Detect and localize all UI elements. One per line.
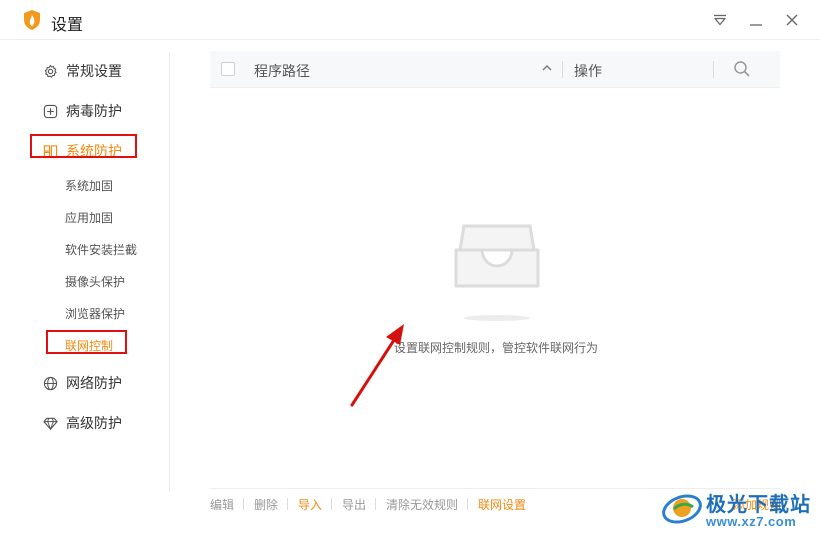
sub-item-app-hardening[interactable]: 应用加固 <box>65 209 113 227</box>
close-button[interactable] <box>782 10 802 30</box>
select-all-checkbox[interactable] <box>221 62 235 76</box>
chevron-up-icon[interactable] <box>540 61 554 75</box>
sidebar-item-label: 系统防护 <box>66 143 122 159</box>
sidebar-item-virus[interactable]: 病毒防护 <box>42 100 122 122</box>
plus-square-icon <box>42 103 58 119</box>
sub-item-network-control[interactable]: 联网控制 <box>65 337 113 355</box>
column-divider <box>562 61 563 78</box>
clear-invalid-rules-button[interactable]: 清除无效规则 <box>386 496 458 513</box>
network-settings-button[interactable]: 联网设置 <box>478 496 526 513</box>
column-header-path: 程序路径 <box>254 63 310 79</box>
diamond-icon <box>42 415 58 431</box>
sidebar-divider <box>169 52 170 492</box>
empty-state-text: 设置联网控制规则，管控软件联网行为 <box>394 341 599 355</box>
window-title: 设置 <box>51 17 84 34</box>
sub-item-camera[interactable]: 摄像头保护 <box>65 273 125 291</box>
sub-item-install-block[interactable]: 软件安装拦截 <box>65 241 137 259</box>
sub-item-system-hardening[interactable]: 系统加固 <box>65 177 113 195</box>
minimize-button[interactable] <box>746 10 766 30</box>
empty-tray-icon <box>454 224 540 321</box>
watermark-logo-icon <box>662 494 702 524</box>
sidebar-item-network[interactable]: 网络防护 <box>42 372 122 394</box>
export-button[interactable]: 导出 <box>342 496 366 513</box>
sidebar-item-label: 网络防护 <box>66 375 122 391</box>
footer-separator <box>243 498 244 510</box>
sidebar-item-system[interactable]: 系统防护 <box>42 140 122 162</box>
minimize-icon <box>750 24 762 26</box>
shield-flame-icon <box>24 10 40 30</box>
import-button[interactable]: 导入 <box>298 496 322 513</box>
title-bar: 设置 <box>0 0 820 40</box>
system-grid-icon <box>42 143 58 159</box>
watermark-url: www.xz7.com <box>706 514 797 529</box>
gear-icon <box>42 63 58 79</box>
annotation-arrow-icon <box>350 324 404 407</box>
footer-separator <box>331 498 332 510</box>
footer-separator <box>287 498 288 510</box>
dropdown-menu-button[interactable] <box>710 10 730 30</box>
sidebar-item-label: 病毒防护 <box>66 103 122 119</box>
sidebar-item-label: 高级防护 <box>66 415 122 431</box>
sidebar-item-advanced[interactable]: 高级防护 <box>42 412 122 434</box>
sub-item-browser[interactable]: 浏览器保护 <box>65 305 125 323</box>
edit-button[interactable]: 编辑 <box>210 496 234 513</box>
globe-icon <box>42 375 58 391</box>
close-icon <box>786 14 798 26</box>
watermark-brand: 极光下载站 <box>706 494 811 516</box>
search-icon[interactable] <box>733 60 751 78</box>
column-divider <box>713 61 714 78</box>
footer-separator <box>467 498 468 510</box>
delete-button[interactable]: 删除 <box>254 496 278 513</box>
column-header-operation: 操作 <box>574 63 602 79</box>
watermark: 极光下载站 www.xz7.com <box>660 485 820 540</box>
footer-separator <box>375 498 376 510</box>
sidebar-item-general[interactable]: 常规设置 <box>42 60 122 82</box>
table-header: 程序路径 操作 <box>210 51 780 88</box>
dropdown-menu-icon <box>714 14 726 26</box>
sidebar-item-label: 常规设置 <box>66 63 122 79</box>
